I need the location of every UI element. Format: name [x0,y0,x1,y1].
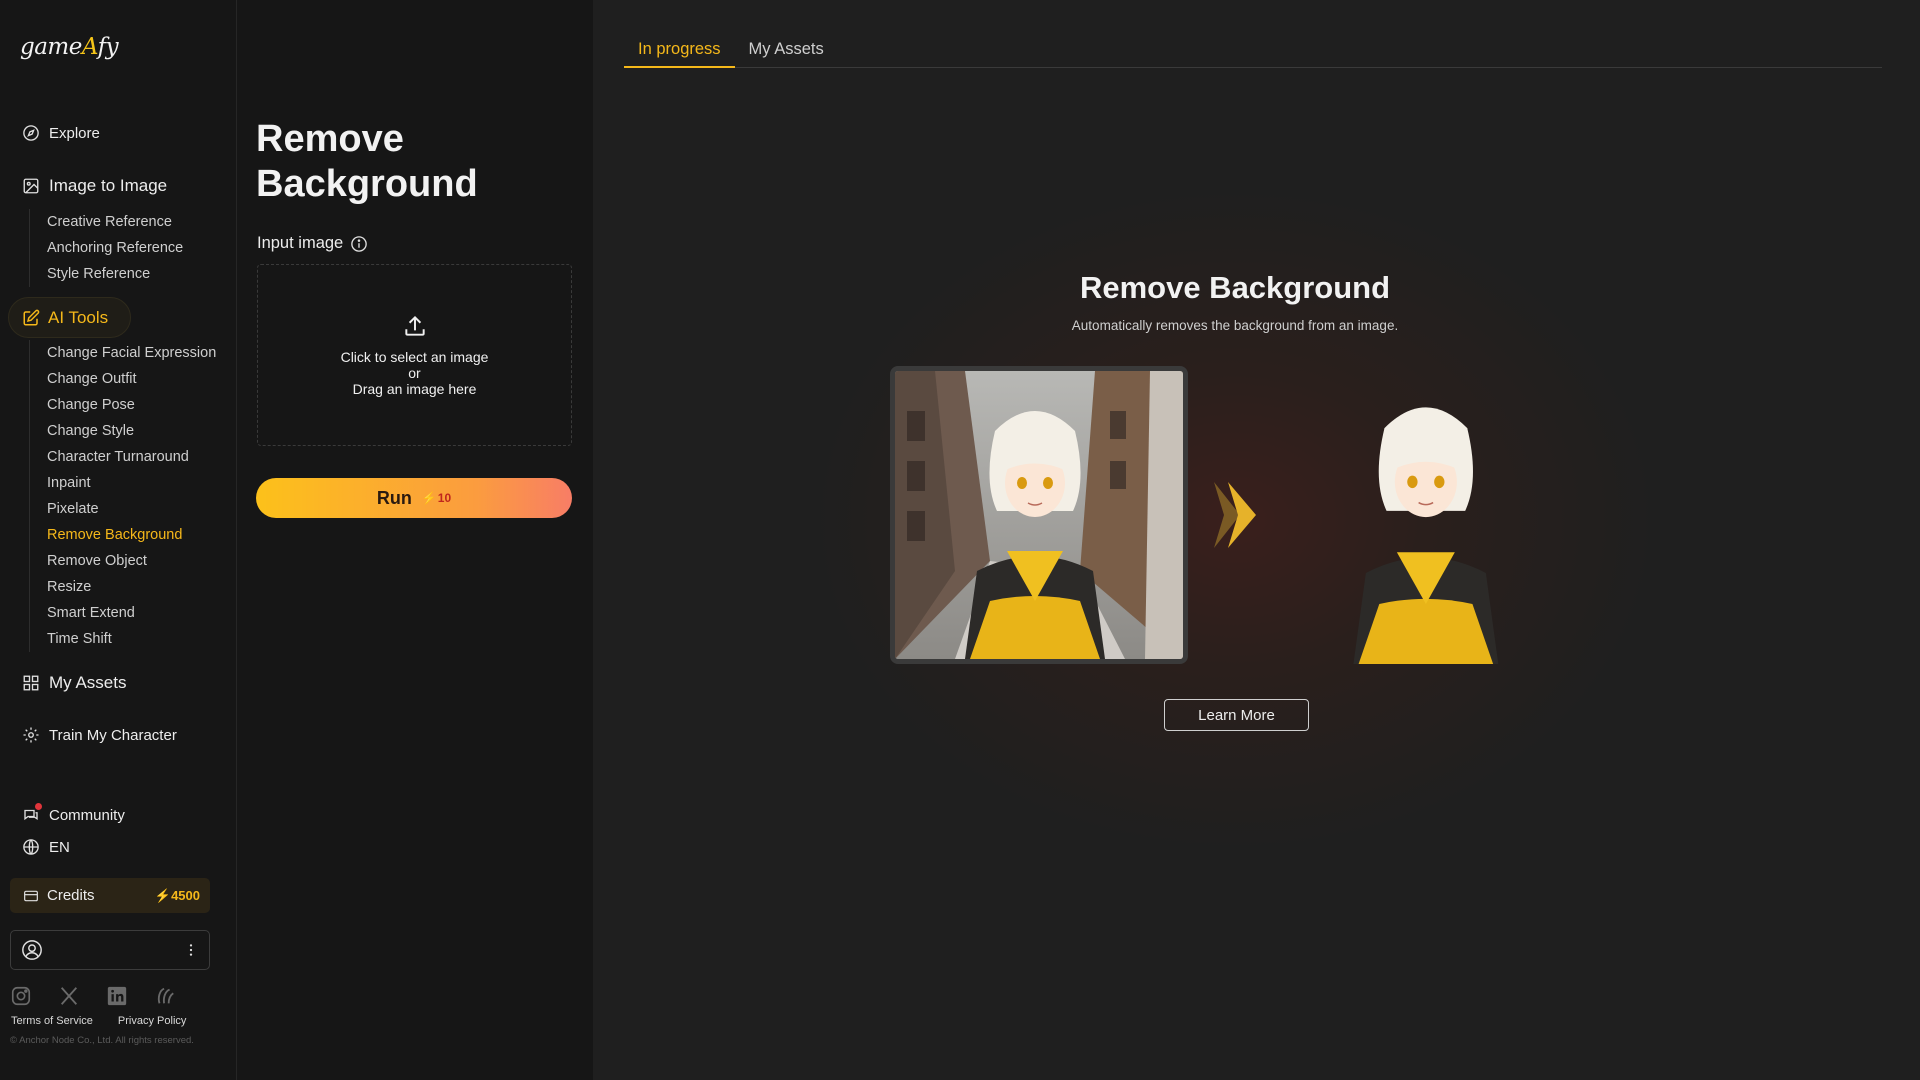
training-icon [23,727,39,743]
hero-subtitle: Automatically removes the background fro… [1071,318,1399,333]
info-icon[interactable] [350,235,368,253]
nav-explore[interactable]: Explore [22,124,100,142]
nav-ai-tools[interactable]: AI Tools [8,297,131,338]
community-icon [22,803,42,824]
chevron-right-icon [1214,482,1256,548]
user-menu[interactable] [10,930,210,970]
sidebar-item-time-shift[interactable]: Time Shift [30,626,216,652]
x-icon[interactable] [58,985,80,1007]
ai-tools-submenu: Change Facial Expression Change Outfit C… [29,340,216,652]
sidebar-item-character-turnaround[interactable]: Character Turnaround [30,444,216,470]
footer-links: Terms of Service Privacy Policy [11,1015,186,1027]
sidebar: gameAfy Explore Image to Image Creative … [0,0,237,1080]
credits-label: Credits [47,887,95,904]
nav-explore-label: Explore [49,124,100,142]
compass-icon [23,125,39,141]
edit-icon [23,309,40,325]
privacy-link[interactable]: Privacy Policy [118,1015,186,1027]
globe-icon [23,839,39,855]
nav-community[interactable]: Community [22,803,125,824]
sidebar-item-change-pose[interactable]: Change Pose [30,392,216,418]
nav-ai-tools-label: AI Tools [48,307,109,327]
instagram-icon[interactable] [10,985,32,1007]
more-vertical-icon[interactable] [183,942,199,958]
terms-link[interactable]: Terms of Service [11,1015,93,1027]
sidebar-item-pixelate[interactable]: Pixelate [30,496,216,522]
page-title: Remove Background [256,118,478,205]
hero-title: Remove Background [1079,270,1391,305]
nav-image-to-image-label: Image to Image [49,176,168,195]
nav-train-my-character-label: Train My Character [49,726,177,744]
image-dropzone[interactable]: Click to select an image or Drag an imag… [257,264,572,446]
sidebar-item-change-facial-expression[interactable]: Change Facial Expression [30,340,216,366]
tab-in-progress[interactable]: In progress [624,34,735,68]
nav-train-my-character[interactable]: Train My Character [22,726,177,744]
language-label: EN [49,838,70,856]
run-button[interactable]: Run ⚡ 10 [256,478,572,518]
dropzone-line-2: or [408,365,421,381]
example-after-image [1281,366,1579,664]
language-selector[interactable]: EN [22,838,70,856]
sidebar-item-remove-object[interactable]: Remove Object [30,548,216,574]
sidebar-item-change-style[interactable]: Change Style [30,418,216,444]
tab-my-assets[interactable]: My Assets [735,34,838,68]
input-image-label-text: Input image [257,234,344,252]
input-image-label: Input image [257,234,368,253]
image-icon [23,178,39,194]
sidebar-item-inpaint[interactable]: Inpaint [30,470,216,496]
card-icon [24,890,38,901]
credits-bar[interactable]: Credits ⚡4500 [10,878,210,913]
nav-image-to-image[interactable]: Image to Image [22,176,167,196]
image-to-image-submenu: Creative Reference Anchoring Reference S… [29,209,183,287]
sidebar-item-change-outfit[interactable]: Change Outfit [30,366,216,392]
user-avatar-icon [22,940,42,960]
main-content: In progress My Assets Remove Background … [593,0,1920,1080]
grid-icon [23,675,39,691]
sidebar-item-anchoring-reference[interactable]: Anchoring Reference [30,235,183,261]
sidebar-item-smart-extend[interactable]: Smart Extend [30,600,216,626]
dropzone-line-1: Click to select an image [340,349,489,365]
sidebar-item-resize[interactable]: Resize [30,574,216,600]
run-button-label: Run [376,487,412,508]
dropzone-line-3: Drag an image here [352,381,477,397]
nav-my-assets[interactable]: My Assets [22,673,126,693]
tabs: In progress My Assets [624,34,1882,68]
social-links [10,985,176,1007]
threads-icon[interactable] [154,985,176,1007]
example-before-image [890,366,1188,664]
upload-icon [404,315,425,336]
copyright: © Anchor Node Co., Ltd. All rights reser… [10,1035,194,1046]
nav-community-label: Community [49,806,125,824]
notification-dot [35,803,42,810]
run-cost-value: 10 [437,491,452,505]
bolt-icon: ⚡ [154,887,172,903]
tool-form-panel: Remove Background Input image Click to s… [238,0,593,1080]
credits-amount-wrap: ⚡4500 [155,888,200,904]
sidebar-item-remove-background[interactable]: Remove Background [30,522,216,548]
sidebar-item-style-reference[interactable]: Style Reference [30,261,183,287]
linkedin-icon[interactable] [106,985,128,1007]
credits-amount: 4500 [171,887,200,903]
run-cost: ⚡ 10 [422,491,451,505]
learn-more-button[interactable]: Learn More [1164,699,1309,731]
gameafy-logo[interactable]: gameAfy [20,34,119,60]
sidebar-item-creative-reference[interactable]: Creative Reference [30,209,183,235]
bolt-icon: ⚡ [421,491,437,505]
nav-my-assets-label: My Assets [49,673,127,692]
